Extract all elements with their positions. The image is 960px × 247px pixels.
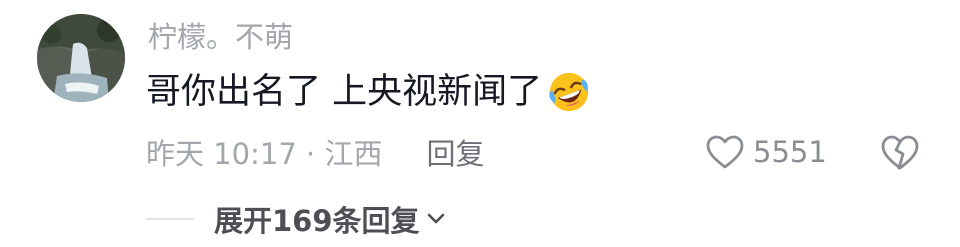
comment-text: 哥你出名了 上央视新闻了 [146, 72, 543, 112]
reply-divider [146, 218, 194, 220]
expand-replies-label: 展开169条回复 [214, 204, 420, 238]
rofl-laughing-emoji-icon [549, 72, 589, 112]
like-button[interactable]: 5551 [705, 130, 827, 174]
broken-heart-icon [881, 135, 919, 170]
avatar[interactable] [37, 14, 125, 102]
heart-outline-icon [706, 135, 744, 169]
expand-replies-row: 展开169条回复 [146, 198, 446, 240]
comment-username[interactable]: 柠檬。不萌 [148, 17, 293, 57]
avatar-waterfall-image [37, 14, 125, 102]
like-count: 5551 [753, 135, 827, 169]
chevron-down-icon [427, 213, 444, 224]
dislike-button[interactable] [878, 130, 922, 174]
comment-body: 哥你出名了 上央视新闻了 [146, 67, 592, 117]
reply-button[interactable]: 回复 [426, 131, 484, 173]
expand-replies-button[interactable]: 展开169条回复 [214, 198, 446, 240]
comment-timestamp-location: 昨天 10:17 · 江西 [146, 137, 383, 171]
comment-meta: 昨天 10:17 · 江西 回复 [146, 132, 484, 172]
